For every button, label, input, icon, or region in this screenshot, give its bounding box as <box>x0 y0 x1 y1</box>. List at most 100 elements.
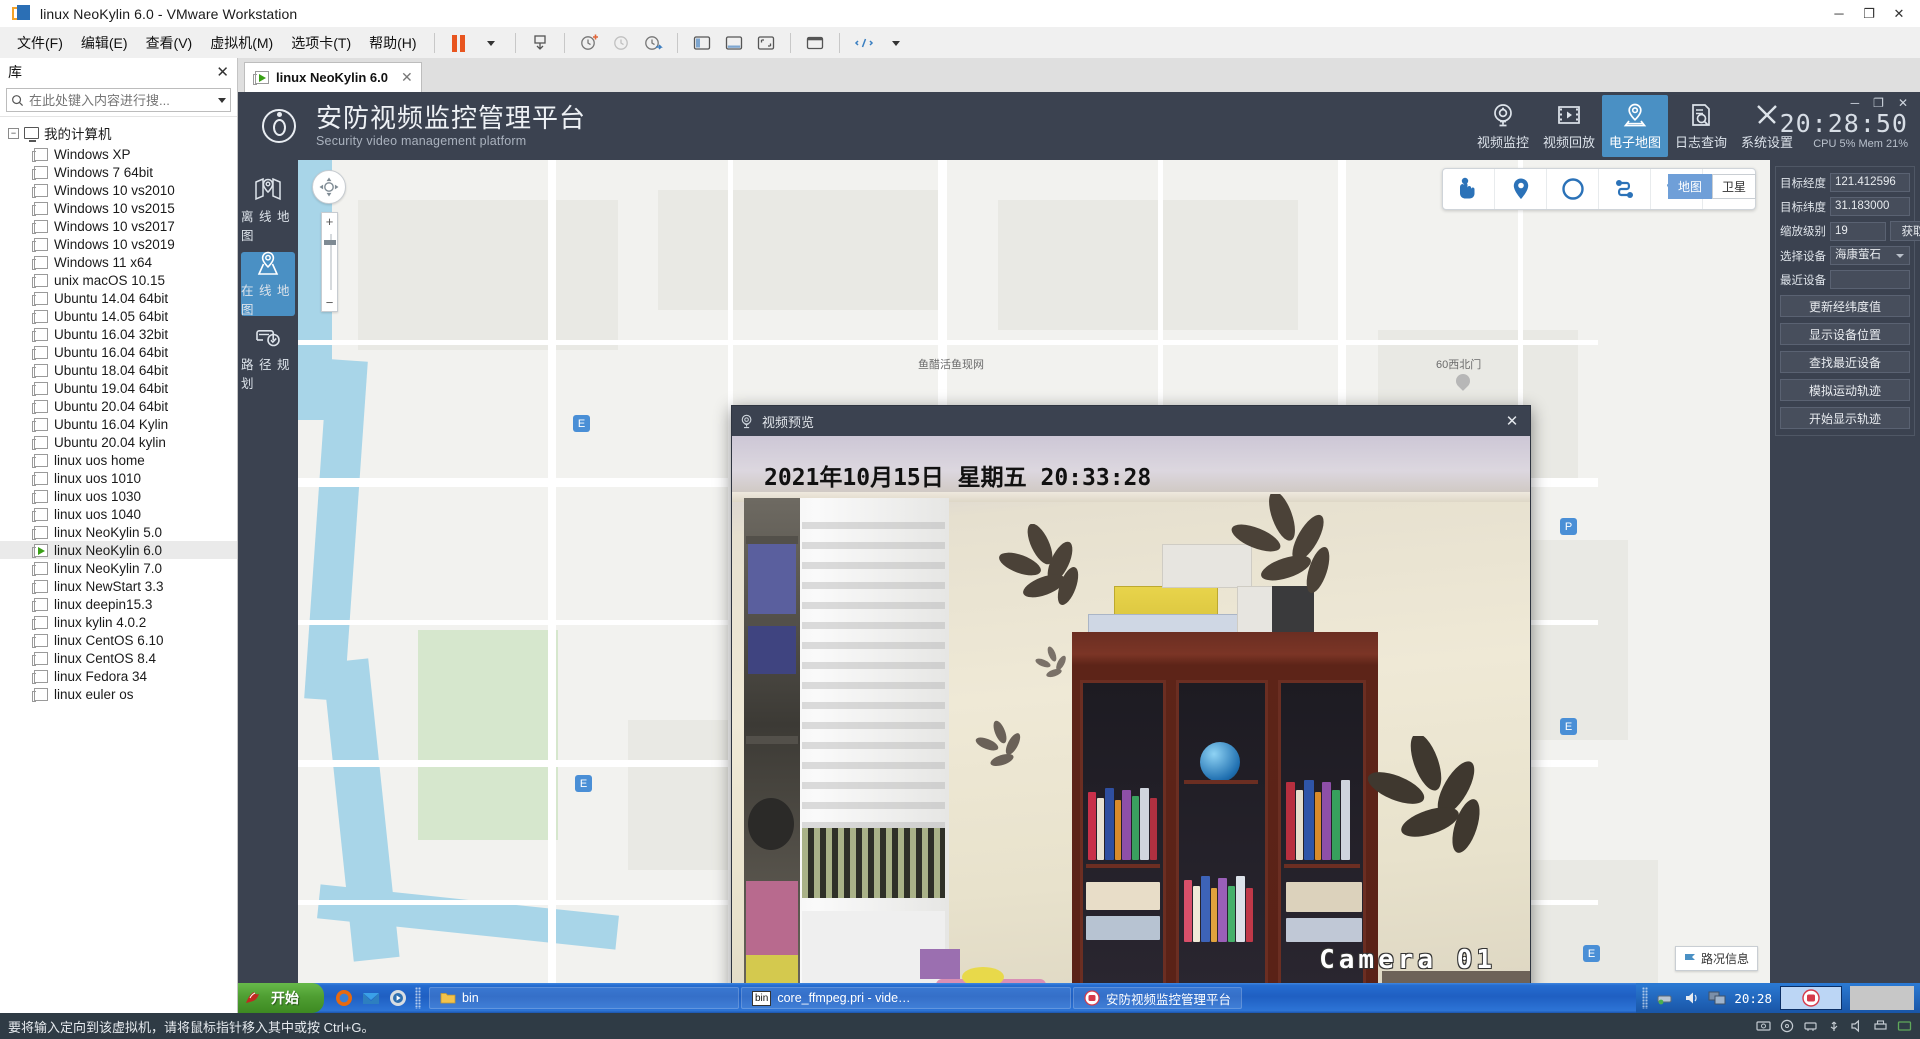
video-dialog-close-icon[interactable]: ✕ <box>1502 412 1522 430</box>
traffic-info-button[interactable]: 路况信息 <box>1675 946 1758 971</box>
vm-list-item[interactable]: linux uos 1030 <box>0 487 237 505</box>
get-button[interactable]: 获取 <box>1890 221 1920 241</box>
vm-list-item[interactable]: unix macOS 10.15 <box>0 271 237 289</box>
video-stream-frame[interactable]: 2021年10月15日 星期五 20:33:28 Camera 01 <box>732 436 1530 983</box>
revert-snapshot-icon[interactable] <box>605 30 637 56</box>
vm-list-item[interactable]: linux deepin15.3 <box>0 595 237 613</box>
vm-list-item[interactable]: Ubuntu 14.05 64bit <box>0 307 237 325</box>
menu-file[interactable]: 文件(F) <box>8 29 72 57</box>
poi-badge[interactable]: E <box>1583 945 1600 962</box>
pause-vm-button[interactable] <box>443 30 475 56</box>
guest-screen[interactable]: 安防视频监控管理平台 Security video management pla… <box>238 92 1920 1013</box>
minimize-button[interactable]: ─ <box>1824 1 1854 27</box>
map-zoom-in-button[interactable]: + <box>322 213 337 230</box>
library-close-icon[interactable]: ✕ <box>216 63 229 81</box>
restore-button[interactable]: ❐ <box>1854 1 1884 27</box>
usb-icon[interactable] <box>1827 1019 1841 1033</box>
find-nearest-device-button[interactable]: 查找最近设备 <box>1780 351 1910 373</box>
rail-offline-map[interactable]: 离 线 地 图 <box>241 178 295 242</box>
vm-list-item[interactable]: Ubuntu 16.04 Kylin <box>0 415 237 433</box>
device-select[interactable]: 海康萤石 <box>1830 246 1910 265</box>
firefox-icon[interactable] <box>334 988 354 1008</box>
update-coordinates-button[interactable]: 更新经纬度值 <box>1780 295 1910 317</box>
power-dropdown-button[interactable] <box>475 30 507 56</box>
nav-video-monitor[interactable]: 视频监控 <box>1470 95 1536 157</box>
menu-edit[interactable]: 编辑(E) <box>72 29 137 57</box>
vm-list-item[interactable]: linux uos 1010 <box>0 469 237 487</box>
layer-satellite-button[interactable]: 卫星 <box>1712 174 1756 199</box>
app-restore-button[interactable]: ❐ <box>1873 96 1884 110</box>
vm-list-item[interactable]: linux NeoKylin 6.0 <box>0 541 237 559</box>
fullscreen-icon[interactable] <box>750 30 782 56</box>
vm-list-item[interactable]: Ubuntu 16.04 64bit <box>0 343 237 361</box>
vm-list-item[interactable]: Ubuntu 19.04 64bit <box>0 379 237 397</box>
network-icon[interactable] <box>1656 990 1676 1006</box>
tab-close-icon[interactable]: ✕ <box>401 69 413 86</box>
vm-list-item[interactable]: linux NewStart 3.3 <box>0 577 237 595</box>
tree-expander[interactable]: − <box>8 128 19 139</box>
circle-icon[interactable] <box>1547 169 1599 209</box>
vm-list-item[interactable]: linux CentOS 8.4 <box>0 649 237 667</box>
map-zoom-track[interactable] <box>322 230 337 294</box>
map-zoom-slider[interactable]: + − <box>321 212 338 312</box>
vm-list-item[interactable]: Ubuntu 16.04 32bit <box>0 325 237 343</box>
rail-route-plan[interactable]: 路 径 规 划 <box>241 326 295 390</box>
vm-list-item[interactable]: Windows 10 vs2017 <box>0 217 237 235</box>
polyline-icon[interactable] <box>1599 169 1651 209</box>
nav-electronic-map[interactable]: 电子地图 <box>1602 95 1668 157</box>
simulate-motion-track-button[interactable]: 模拟运动轨迹 <box>1780 379 1910 401</box>
start-button[interactable]: 开始 <box>238 983 324 1013</box>
vm-list-item[interactable]: linux uos home <box>0 451 237 469</box>
vm-list-item[interactable]: linux uos 1040 <box>0 505 237 523</box>
unity-mode-icon[interactable] <box>799 30 831 56</box>
manage-snapshots-icon[interactable] <box>524 30 556 56</box>
tab-linux-neokylin-6[interactable]: linux NeoKylin 6.0 ✕ <box>244 62 422 92</box>
start-show-track-button[interactable]: 开始显示轨迹 <box>1780 407 1910 429</box>
vm-list-item[interactable]: linux CentOS 6.10 <box>0 631 237 649</box>
snapshot-manager-icon[interactable] <box>637 30 669 56</box>
menu-help[interactable]: 帮助(H) <box>360 29 425 57</box>
vm-list-item[interactable]: Windows 11 x64 <box>0 253 237 271</box>
poi-badge[interactable]: P <box>1560 518 1577 535</box>
map-compass-control[interactable] <box>312 170 346 204</box>
menu-tabs[interactable]: 选项卡(T) <box>282 29 360 57</box>
displays-icon[interactable] <box>1708 990 1726 1006</box>
taskbar-item-core-ffmpeg[interactable]: bin core_ffmpeg.pri - vide… <box>741 987 1071 1009</box>
show-console-view-icon[interactable] <box>718 30 750 56</box>
app-minimize-button[interactable]: ─ <box>1851 96 1860 110</box>
show-device-location-button[interactable]: 显示设备位置 <box>1780 323 1910 345</box>
send-keys-icon[interactable] <box>848 30 880 56</box>
sound-card-icon[interactable] <box>1850 1019 1864 1033</box>
send-keys-dropdown[interactable] <box>880 30 912 56</box>
cd-drive-icon[interactable] <box>1780 1019 1794 1033</box>
app-close-button[interactable]: ✕ <box>1898 96 1908 110</box>
take-snapshot-icon[interactable] <box>573 30 605 56</box>
library-search-box[interactable] <box>6 88 231 112</box>
menu-view[interactable]: 查看(V) <box>137 29 202 57</box>
vm-list-item[interactable]: linux Fedora 34 <box>0 667 237 685</box>
taskbar-item-bin[interactable]: bin <box>429 987 739 1009</box>
nav-video-playback[interactable]: 视频回放 <box>1536 95 1602 157</box>
nearest-device-input[interactable] <box>1830 270 1910 289</box>
media-player-icon[interactable] <box>388 988 408 1008</box>
vm-list-item[interactable]: linux NeoKylin 5.0 <box>0 523 237 541</box>
tray-grip[interactable] <box>1642 987 1648 1009</box>
vm-list-item[interactable]: Ubuntu 20.04 kylin <box>0 433 237 451</box>
vm-list-item[interactable]: Windows 7 64bit <box>0 163 237 181</box>
vm-list-item[interactable]: linux NeoKylin 7.0 <box>0 559 237 577</box>
display-icon[interactable] <box>1897 1019 1912 1033</box>
vm-list-item[interactable]: Windows 10 vs2010 <box>0 181 237 199</box>
mail-icon[interactable] <box>361 988 381 1008</box>
nav-log-query[interactable]: 日志查询 <box>1668 95 1734 157</box>
layer-map-button[interactable]: 地图 <box>1668 174 1712 199</box>
rail-online-map[interactable]: 在 线 地 图 <box>241 252 295 316</box>
pan-hand-icon[interactable] <box>1443 169 1495 209</box>
close-button[interactable]: ✕ <box>1884 1 1914 27</box>
network-adapter-icon[interactable] <box>1803 1019 1818 1033</box>
vm-list-item[interactable]: Windows XP <box>0 145 237 163</box>
vm-list-item[interactable]: Ubuntu 18.04 64bit <box>0 361 237 379</box>
taskbar-item-security-platform[interactable]: 安防视频监控管理平台 <box>1073 987 1242 1009</box>
video-preview-dialog[interactable]: 视频预览 ✕ <box>731 405 1531 983</box>
show-library-icon[interactable] <box>686 30 718 56</box>
chevron-down-icon[interactable] <box>218 98 226 103</box>
